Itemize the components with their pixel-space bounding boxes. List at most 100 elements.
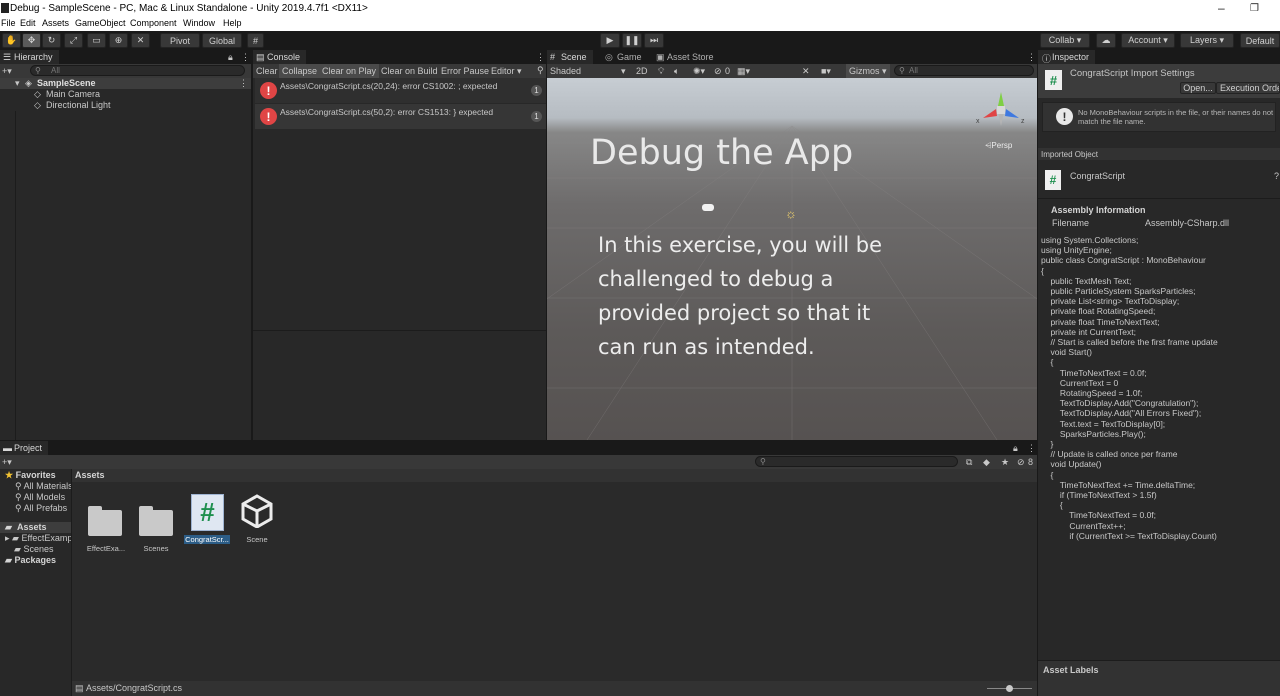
console-editor-dropdown[interactable]: Editor ▾	[491, 66, 522, 77]
favorite-item[interactable]: ⚲ All Prefabs	[15, 503, 67, 514]
expand-arrow-icon[interactable]: ▸	[5, 533, 10, 543]
object-name: CongratScript	[1070, 171, 1126, 181]
cloud-icon[interactable]: ☁	[1096, 33, 1116, 48]
panel-menu-icon[interactable]: ⋮	[536, 52, 545, 63]
tab-console[interactable]: ▤ Console	[253, 50, 307, 64]
hierarchy-item[interactable]: ◇ Directional Light	[0, 100, 251, 111]
gizmos-dropdown[interactable]: Gizmos ▾	[846, 64, 890, 78]
console-error-pause-toggle[interactable]: Error Pause	[441, 66, 489, 76]
hidden-objects-icon[interactable]: ⊘	[714, 66, 722, 77]
console-search-icon[interactable]: ⚲	[537, 65, 544, 76]
asset-labels-bar: Asset Labels	[1038, 660, 1280, 696]
tab-inspector[interactable]: ⓘ Inspector	[1038, 50, 1096, 64]
hierarchy-add-button[interactable]: +▾	[2, 66, 12, 77]
scene-search-input[interactable]: ⚲ All	[894, 65, 1034, 76]
menu-edit[interactable]: Edit	[20, 18, 36, 28]
menu-component[interactable]: Component	[130, 18, 177, 28]
help-icon[interactable]: ?	[1274, 171, 1279, 181]
panel-menu-icon[interactable]: ⋮	[1027, 443, 1036, 454]
search-by-type-icon[interactable]: ⧉	[966, 457, 972, 468]
effects-toggle-icon[interactable]: ✺▾	[693, 66, 705, 77]
layers-dropdown[interactable]: Layers ▾	[1180, 33, 1234, 48]
console-clear-on-build-toggle[interactable]: Clear on Build	[381, 66, 438, 76]
console-splitter[interactable]	[253, 330, 546, 331]
lighting-toggle-icon[interactable]: 💡︎	[658, 66, 664, 77]
console-tabbar: ▤ Console ⋮	[253, 50, 546, 64]
asset-folder-item[interactable]: EffectExa...	[84, 492, 144, 553]
move-tool-icon[interactable]: ✥	[22, 33, 41, 48]
tree-item-assets[interactable]: ▰ Assets	[0, 522, 71, 533]
global-toggle[interactable]: Global	[202, 33, 242, 48]
pause-button[interactable]: ❚❚	[622, 33, 642, 48]
favorites-section[interactable]: ★ Favorites	[5, 470, 56, 481]
execution-order-button[interactable]: Execution Order...	[1216, 82, 1280, 94]
tab-project[interactable]: ▬ Project	[0, 441, 49, 455]
grid-snap-icon[interactable]: #	[247, 33, 264, 48]
asset-script-item[interactable]: # CongratScr...	[182, 492, 232, 552]
audio-toggle-icon[interactable]: 🔈︎	[674, 66, 679, 77]
code-line: TextToDisplay.Add("Congratulation");	[1041, 398, 1199, 409]
custom-tool-icon[interactable]: ✕	[131, 33, 150, 48]
hand-tool-icon[interactable]: ✋	[2, 33, 21, 48]
collab-dropdown[interactable]: Collab ▾	[1040, 33, 1090, 48]
tab-game[interactable]: ◎ Game	[603, 50, 648, 64]
hierarchy-scene-row[interactable]: ▾ ◈ SampleScene ⋮	[0, 78, 251, 89]
rotate-tool-icon[interactable]: ↻	[42, 33, 61, 48]
console-clear-on-play-toggle[interactable]: Clear on Play	[319, 64, 380, 78]
toggle-2d-button[interactable]: 2D	[636, 66, 648, 76]
scene-menu-icon[interactable]: ⋮	[239, 78, 248, 89]
play-button[interactable]: ▶	[600, 33, 620, 48]
account-dropdown[interactable]: Account ▾	[1121, 33, 1175, 48]
console-clear-button[interactable]: Clear	[256, 66, 278, 76]
favorite-star-icon[interactable]: ★	[1001, 457, 1009, 468]
menu-gameobject[interactable]: GameObject	[75, 18, 126, 28]
favorite-item[interactable]: ⚲ All Models	[15, 492, 65, 503]
expand-arrow-icon[interactable]: ▾	[15, 78, 20, 89]
scale-tool-icon[interactable]: ⤢	[64, 33, 83, 48]
panel-menu-icon[interactable]: ⋮	[241, 52, 250, 63]
window-title: Debug - SampleScene - PC, Mac & Linux St…	[10, 3, 368, 14]
panel-menu-icon[interactable]: ⋮	[1027, 52, 1036, 63]
tree-item-scenes[interactable]: ▰ Scenes	[14, 544, 53, 555]
tab-scene[interactable]: # Scene	[547, 50, 593, 64]
console-collapse-toggle[interactable]: Collapse	[279, 64, 321, 78]
step-button[interactable]: ⏭	[644, 33, 664, 48]
search-by-label-icon[interactable]: ◆	[983, 457, 990, 468]
project-add-button[interactable]: +▾	[2, 457, 12, 468]
transform-tool-icon[interactable]: ⊕	[109, 33, 128, 48]
lock-icon[interactable]: 🔒︎	[1013, 443, 1018, 454]
tree-item-packages[interactable]: ▰ Packages	[5, 555, 56, 566]
scene-viewport[interactable]: x z ⩤Persp Debug the App ☼ In this exerc…	[547, 78, 1037, 440]
menu-window[interactable]: Window	[183, 18, 215, 28]
menu-assets[interactable]: Assets	[42, 18, 69, 28]
console-error-row[interactable]: ! Assets\CongratScript.cs(20,24): error …	[255, 78, 546, 103]
rect-tool-icon[interactable]: ▭	[87, 33, 106, 48]
tab-asset-store[interactable]: ▣ Asset Store	[653, 50, 720, 64]
grid-toggle-icon[interactable]: ▦▾	[737, 66, 750, 77]
menu-help[interactable]: Help	[223, 18, 242, 28]
open-button[interactable]: Open...	[1180, 82, 1216, 94]
hidden-packages-icon[interactable]: ⊘	[1017, 457, 1025, 468]
project-search-input[interactable]: ⚲	[755, 456, 958, 467]
layout-dropdown[interactable]: Default	[1240, 33, 1280, 48]
favorite-item[interactable]: ⚲ All Materials	[15, 481, 73, 492]
lock-icon[interactable]: 🔒︎	[228, 52, 233, 63]
camera-gizmo-icon[interactable]	[702, 204, 714, 211]
icon-size-slider-handle[interactable]	[1006, 685, 1013, 692]
console-error-row[interactable]: ! Assets\CongratScript.cs(50,2): error C…	[255, 104, 546, 129]
tab-hierarchy[interactable]: ☰ Hierarchy	[0, 50, 59, 64]
hierarchy-item[interactable]: ◇ Main Camera	[0, 89, 251, 100]
menu-file[interactable]: File	[1, 18, 16, 28]
persp-label[interactable]: ⩤Persp	[985, 141, 1012, 151]
light-gizmo-icon[interactable]: ☼	[785, 206, 797, 221]
scene-tools-icon[interactable]: ✕	[802, 66, 810, 77]
shading-mode-dropdown[interactable]: Shaded	[550, 66, 581, 76]
code-line: CurrentText++;	[1041, 520, 1126, 531]
breadcrumb-assets[interactable]: Assets	[75, 470, 105, 480]
pivot-toggle[interactable]: Pivot	[160, 33, 200, 48]
camera-settings-icon[interactable]: ■▾	[821, 66, 831, 77]
hierarchy-search-input[interactable]: ⚲ All	[30, 65, 245, 76]
minimize-button[interactable]: –	[1218, 1, 1225, 15]
asset-scene-item[interactable]: Scene	[232, 492, 282, 552]
restore-button[interactable]: ❐	[1250, 3, 1259, 14]
